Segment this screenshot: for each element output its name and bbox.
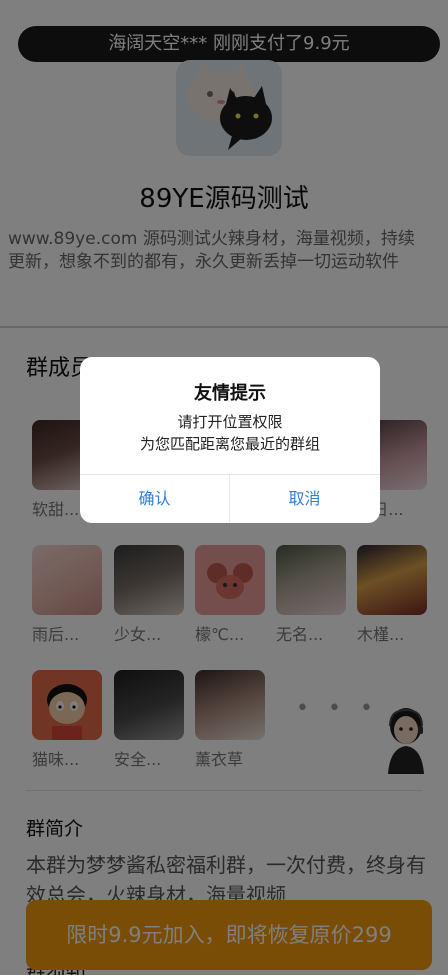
cancel-button[interactable]: 取消 — [230, 475, 379, 523]
dialog-message-line: 请打开位置权限 — [177, 413, 283, 431]
confirm-button[interactable]: 确认 — [80, 475, 229, 523]
group-page: 海阔天空*** 刚刚支付了9.9元 89YE源码测试 www.89ye.com … — [0, 0, 448, 975]
dialog-message-line: 为您匹配距离您最近的群组 — [139, 435, 320, 453]
dialog-title: 友情提示 — [194, 383, 266, 404]
permission-dialog: 友情提示 请打开位置权限 为您匹配距离您最近的群组 确认 取消 — [80, 357, 380, 523]
dialog-message: 请打开位置权限 为您匹配距离您最近的群组 — [80, 411, 380, 455]
